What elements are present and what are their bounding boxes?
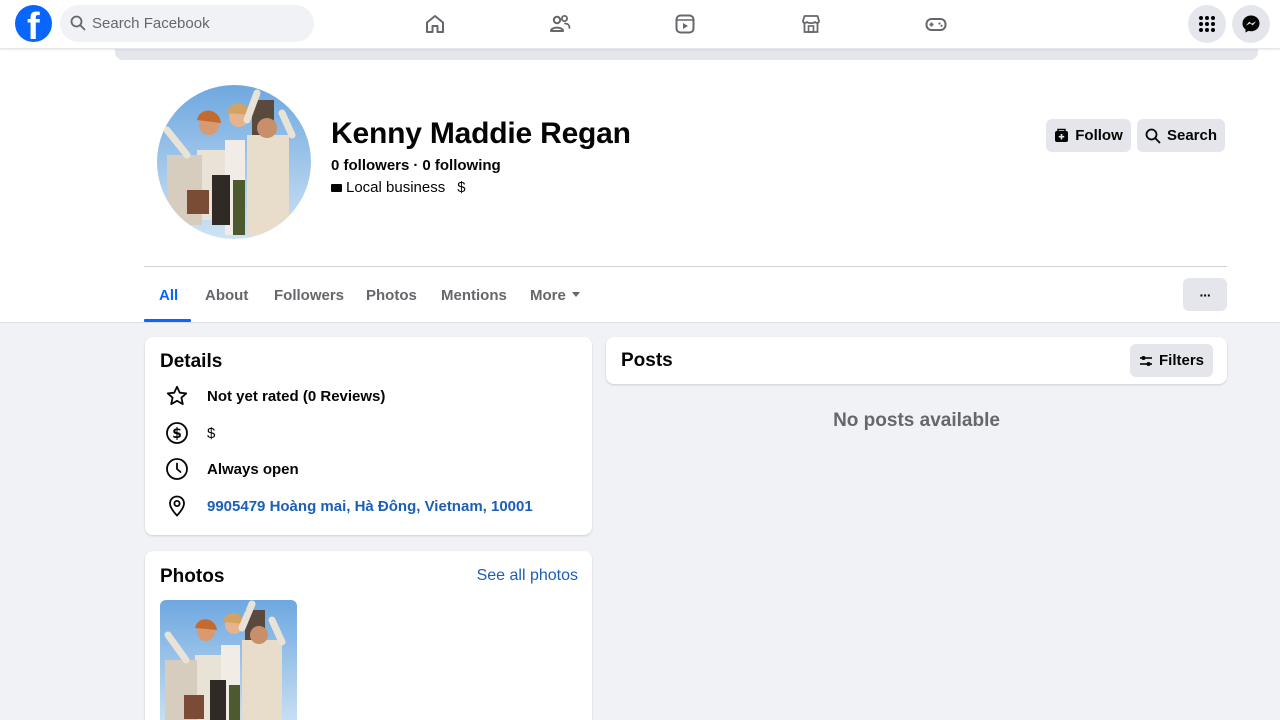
profile-avatar[interactable] (157, 85, 311, 239)
filters-icon (1139, 355, 1152, 366)
facebook-logo-icon[interactable]: f (15, 5, 52, 42)
price-row: $ $ (165, 421, 215, 445)
hours-text: Always open (207, 460, 299, 478)
profile-header: Kenny Maddie Regan 0 followers · 0 followi… (0, 49, 1280, 323)
svg-text:$: $ (172, 426, 182, 442)
details-card: Details Not yet rated (0 Reviews) $ $ Al… (145, 337, 592, 535)
see-all-photos-link[interactable]: See all photos (477, 567, 578, 585)
gaming-icon[interactable] (916, 8, 956, 40)
followers-count[interactable]: 0 followers (331, 157, 409, 174)
no-posts-message: No posts available (833, 410, 1000, 431)
follow-stats: 0 followers · 0 following (331, 157, 501, 174)
rating-text: Not yet rated (0 Reviews) (207, 387, 386, 405)
posts-header-card: Posts Filters (606, 337, 1227, 384)
home-icon[interactable] (415, 8, 455, 40)
price-text: $ (207, 424, 216, 442)
more-options-button[interactable]: ··· (1183, 278, 1227, 311)
address-link[interactable]: 9905479 Hoàng mai, Hà Đông, Vietnam, 100… (207, 498, 533, 515)
tab-photos[interactable]: Photos (366, 287, 417, 304)
tab-all[interactable]: All (159, 287, 178, 304)
star-icon (165, 384, 189, 408)
location-pin-icon (165, 494, 189, 518)
active-tab-indicator (144, 319, 191, 322)
rating-row: Not yet rated (0 Reviews) (165, 384, 385, 408)
briefcase-icon (331, 183, 342, 192)
more-options-icon: ··· (1199, 286, 1212, 303)
messenger-icon[interactable] (1232, 5, 1270, 43)
tab-mentions[interactable]: Mentions (441, 287, 507, 304)
follow-icon (1055, 128, 1069, 142)
marketplace-icon[interactable] (791, 8, 831, 40)
category-label: Local business (346, 179, 446, 196)
business-category: Local business $ (331, 179, 466, 196)
tab-more-label: More (530, 287, 566, 304)
follow-button[interactable]: Follow (1046, 119, 1131, 152)
search-facebook-box[interactable] (60, 5, 314, 42)
profile-search-button[interactable]: Search (1137, 119, 1225, 152)
photo-thumbnail[interactable] (160, 600, 297, 720)
hours-row: Always open (165, 457, 299, 481)
cover-photo (115, 49, 1258, 60)
photos-card: Photos See all photos (145, 551, 592, 720)
top-navigation-bar: f (0, 0, 1280, 49)
follow-label: Follow (1075, 127, 1123, 144)
header-divider (144, 266, 1227, 267)
clock-icon (165, 457, 189, 481)
posts-title: Posts (621, 350, 673, 371)
tab-followers[interactable]: Followers (274, 287, 344, 304)
search-label: Search (1166, 127, 1218, 144)
dollar-icon: $ (165, 421, 189, 445)
friends-icon[interactable] (540, 8, 580, 40)
profile-name: Kenny Maddie Regan (331, 117, 631, 150)
search-icon (70, 15, 86, 31)
details-title: Details (160, 351, 223, 372)
following-count[interactable]: 0 following (422, 157, 500, 174)
filters-label: Filters (1158, 352, 1204, 369)
filters-button[interactable]: Filters (1130, 344, 1213, 377)
search-input[interactable] (92, 5, 302, 42)
video-icon[interactable] (665, 8, 705, 40)
caret-down-icon (571, 292, 580, 297)
price-range: $ (457, 179, 466, 196)
address-row: 9905479 Hoàng mai, Hà Đông, Vietnam, 100… (165, 494, 533, 518)
photos-title: Photos (160, 566, 225, 587)
tab-about[interactable]: About (205, 287, 248, 304)
tab-more[interactable]: More (530, 287, 580, 304)
search-icon (1145, 128, 1161, 143)
menu-grid-icon[interactable] (1188, 5, 1226, 43)
